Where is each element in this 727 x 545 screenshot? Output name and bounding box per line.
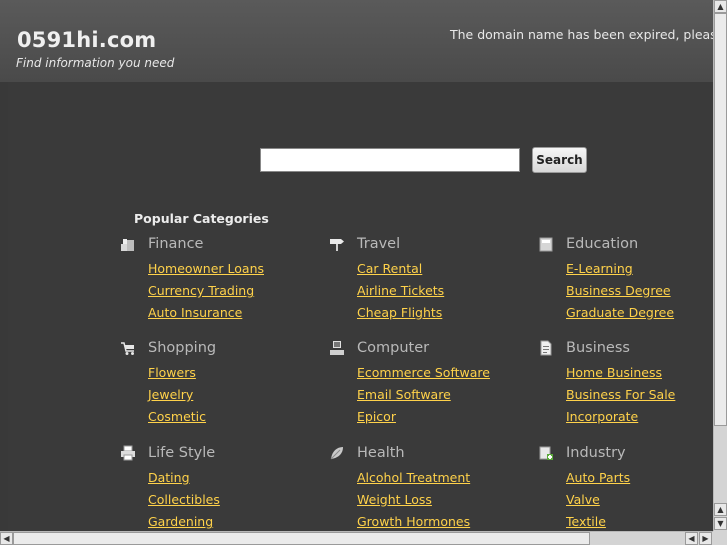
category-title: Industry xyxy=(566,445,626,461)
signpost-icon xyxy=(329,236,345,252)
category-link[interactable]: Incorporate xyxy=(566,409,638,424)
scrollbar-corner xyxy=(713,531,727,545)
category-link[interactable]: Dating xyxy=(148,470,190,485)
scroll-right-arrow-icon[interactable]: ▶ xyxy=(699,532,712,545)
category-link[interactable]: Email Software xyxy=(357,387,451,402)
category-link[interactable]: Business Degree xyxy=(566,283,671,298)
category-link[interactable]: Flowers xyxy=(148,365,196,380)
cart-icon xyxy=(120,340,136,356)
vertical-scroll-thumb[interactable] xyxy=(714,13,727,426)
search-input[interactable] xyxy=(260,148,520,172)
industry-icon xyxy=(538,445,554,461)
expired-notice: The domain name has been expired, please… xyxy=(450,27,713,42)
book-icon xyxy=(538,236,554,252)
horizontal-scrollbar[interactable]: ◀ ◀ ▶ xyxy=(0,531,713,545)
category-link[interactable]: Airline Tickets xyxy=(357,283,444,298)
printer-icon xyxy=(120,445,136,461)
page-viewport: 0591hi.com Find information you need The… xyxy=(0,0,713,531)
category-link[interactable]: Business For Sale xyxy=(566,387,675,402)
computer-icon xyxy=(329,340,345,356)
category-link[interactable]: Textile xyxy=(566,514,606,529)
vertical-scrollbar[interactable]: ▲ ▲ ▼ xyxy=(713,0,727,531)
category-link[interactable]: Valve xyxy=(566,492,600,507)
category-link[interactable]: Homeowner Loans xyxy=(148,261,264,276)
category-link[interactable]: Epicor xyxy=(357,409,396,424)
category-link[interactable]: E-Learning xyxy=(566,261,633,276)
site-tagline: Find information you need xyxy=(16,56,175,70)
category-link[interactable]: Currency Trading xyxy=(148,283,254,298)
category-title: Shopping xyxy=(148,340,217,356)
category-title: Computer xyxy=(357,340,430,356)
category-title: Health xyxy=(357,445,405,461)
category-link[interactable]: Jewelry xyxy=(148,387,193,402)
category-title: Business xyxy=(566,340,630,356)
scroll-up-arrow-icon[interactable]: ▲ xyxy=(714,503,727,516)
category-title: Finance xyxy=(148,236,204,252)
category-link[interactable]: Gardening xyxy=(148,514,213,529)
category-title: Education xyxy=(566,236,639,252)
category-link[interactable]: Alcohol Treatment xyxy=(357,470,470,485)
category-link[interactable]: Weight Loss xyxy=(357,492,432,507)
scroll-left-arrow-icon[interactable]: ◀ xyxy=(685,532,698,545)
scroll-left-arrow-icon[interactable]: ◀ xyxy=(0,532,13,545)
scroll-up-arrow-icon[interactable]: ▲ xyxy=(714,0,727,13)
scroll-down-arrow-icon[interactable]: ▼ xyxy=(714,517,727,530)
category-link[interactable]: Ecommerce Software xyxy=(357,365,490,380)
category-link[interactable]: Graduate Degree xyxy=(566,305,674,320)
finance-icon xyxy=(120,236,136,252)
category-link[interactable]: Car Rental xyxy=(357,261,422,276)
category-title: Life Style xyxy=(148,445,216,461)
category-link[interactable]: Auto Insurance xyxy=(148,305,242,320)
search-button[interactable]: Search xyxy=(532,147,587,173)
category-link[interactable]: Collectibles xyxy=(148,492,220,507)
category-link[interactable]: Auto Parts xyxy=(566,470,630,485)
document-icon xyxy=(538,340,554,356)
category-link[interactable]: Home Business xyxy=(566,365,662,380)
popular-categories-title: Popular Categories xyxy=(134,211,269,226)
site-title: 0591hi.com xyxy=(17,28,157,52)
site-header: 0591hi.com Find information you need The… xyxy=(0,0,713,82)
category-link[interactable]: Cosmetic xyxy=(148,409,206,424)
horizontal-scroll-thumb[interactable] xyxy=(13,532,590,545)
category-title: Travel xyxy=(357,236,401,252)
category-link[interactable]: Cheap Flights xyxy=(357,305,442,320)
category-link[interactable]: Growth Hormones xyxy=(357,514,470,529)
leaf-icon xyxy=(329,445,345,461)
